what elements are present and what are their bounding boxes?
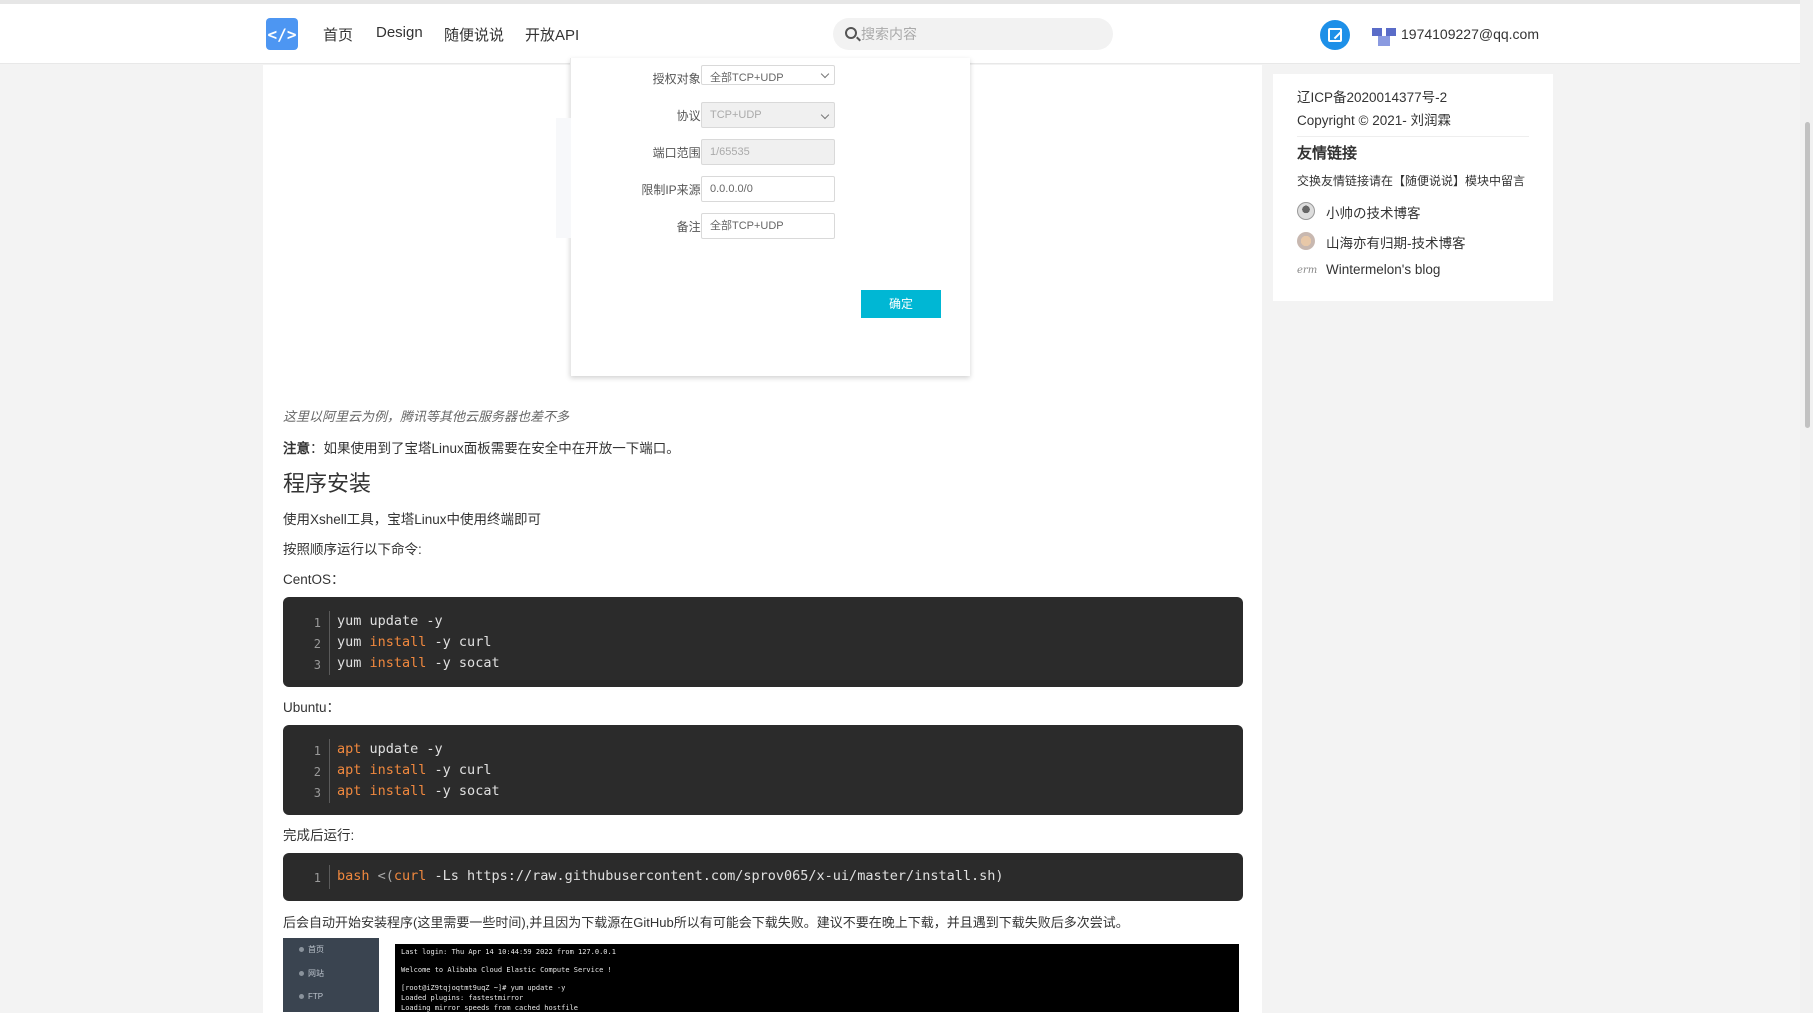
label-centos: CentOS： [283,572,345,587]
friend-avatar-icon [1297,232,1315,250]
article-content: 授权对象: 全部TCP+UDP 协议: TCP+UDP 端口范围: 1/6553… [263,58,1262,1013]
code-block-install[interactable]: 1 bash <(curl -Ls https://raw.githubuser… [283,853,1243,901]
terminal-screenshot: 首页 网站 FTP Last login: Thu Apr 14 10:44:5… [283,938,1243,1012]
icp-record[interactable]: 辽ICP备2020014377号-2 [1297,86,1447,106]
terminal-line: Last login: Thu Apr 14 10:44:59 2022 fro… [401,948,616,956]
search-icon [845,27,857,39]
code-line: 1 yum update -y [313,613,443,630]
navbar: </> 首页 Design 随便说说 开放API 1974109227@qq.c… [0,4,1800,64]
form-field-remark: 全部TCP+UDP [701,213,835,239]
form-label-port-range: 端口范围: [652,146,704,160]
nav-open-api[interactable]: 开放API [525,24,579,45]
copyright: Copyright © 2021- 刘润霖 [1297,113,1452,128]
terminal-window: Last login: Thu Apr 14 10:44:59 2022 fro… [395,944,1239,1012]
form-label-remark: 备注: [676,220,704,234]
code-line: 2 apt install -y curl [313,762,492,779]
terminal-line: [root@iZ9tqjoqtmt9uqZ ~]# yum update -y [401,984,566,992]
form-label-auth: 授权对象: [652,72,704,86]
write-post-button[interactable] [1320,20,1350,50]
user-email[interactable]: 1974109227@qq.com [1401,26,1539,42]
form-label-ip-source: 限制IP来源: [641,183,704,197]
paragraph-xshell: 使用Xshell工具，宝塔Linux中使用终端即可 [283,512,542,527]
links-hint: 交换友情链接请在【随便说说】模块中留言 [1297,174,1526,188]
image-caption: 这里以阿里云为例，腾讯等其他云服务器也差不多 [283,409,570,424]
links-title: 友情链接 [1297,145,1358,162]
code-block-ubuntu[interactable]: 1 apt update -y 2 apt install -y curl 3 … [283,725,1243,815]
label-ubuntu: Ubuntu： [283,700,341,715]
code-line: 2 yum install -y curl [313,634,492,651]
form-label-protocol: 协议: [676,109,704,123]
sidebar-card: 辽ICP备2020014377号-2 Copyright © 2021- 刘润霖… [1273,74,1553,301]
search-input[interactable] [861,18,1101,50]
note-label: 注意 [283,441,310,456]
avatar[interactable] [1372,26,1398,48]
panel-sidebar: 首页 网站 FTP [283,938,379,1012]
nav-random-talk[interactable]: 随便说说 [444,24,504,45]
friend-link-label: 山海亦有归期-技术博客 [1326,236,1466,251]
friend-logo-icon: erm [1297,265,1318,276]
code-block-centos[interactable]: 1 yum update -y 2 yum install -y curl 3 … [283,597,1243,687]
scrollbar-thumb[interactable] [1805,122,1810,428]
friend-link-label: Wintermelon's blog [1326,262,1441,277]
code-line: 3 apt install -y socat [313,783,500,800]
code-line: 3 yum install -y socat [313,655,500,672]
section-heading: 程序安装 [283,471,372,496]
logo-code-icon[interactable]: </> [266,18,298,50]
security-rule-form-screenshot: 授权对象: 全部TCP+UDP 协议: TCP+UDP 端口范围: 1/6553… [556,58,970,376]
code-line: 1 bash <(curl -Ls https://raw.githubuser… [313,868,1004,885]
terminal-line: Welcome to Alibaba Cloud Elastic Compute… [401,966,612,974]
nav-design[interactable]: Design [376,24,423,41]
confirm-button: 确定 [861,290,941,318]
form-field-protocol: TCP+UDP [701,102,835,128]
form-field-auth: 全部TCP+UDP [701,65,835,85]
form-field-ip-source: 0.0.0.0/0 [701,176,835,202]
note-paragraph: 注意：如果使用到了宝塔Linux面板需要在安全中在开放一下端口。 [283,437,680,457]
terminal-line: Loaded plugins: fastestmirror [401,994,524,1002]
terminal-line: Loading mirror speeds from cached hostfi… [401,1004,579,1012]
paragraph-install-notes: 后会自动开始安装程序(这里需要一些时间),并且因为下载源在GitHub所以有可能… [283,915,1129,930]
paragraph-order: 按照顺序运行以下命令: [283,542,422,557]
nav-home[interactable]: 首页 [323,24,353,45]
edit-icon [1328,28,1342,42]
form-field-port-range: 1/65535 [701,139,835,165]
friend-avatar-icon [1297,202,1315,220]
panel-side-item: 网站 [299,968,324,979]
search-box[interactable] [833,18,1113,50]
panel-side-item: 首页 [299,944,324,955]
panel-side-item: FTP [299,992,323,1001]
note-text: ：如果使用到了宝塔Linux面板需要在安全中在开放一下端口。 [310,441,680,456]
friend-link-label: 小帅の技术博客 [1326,206,1421,221]
label-after-install: 完成后运行: [283,828,355,843]
code-line: 1 apt update -y [313,741,443,758]
